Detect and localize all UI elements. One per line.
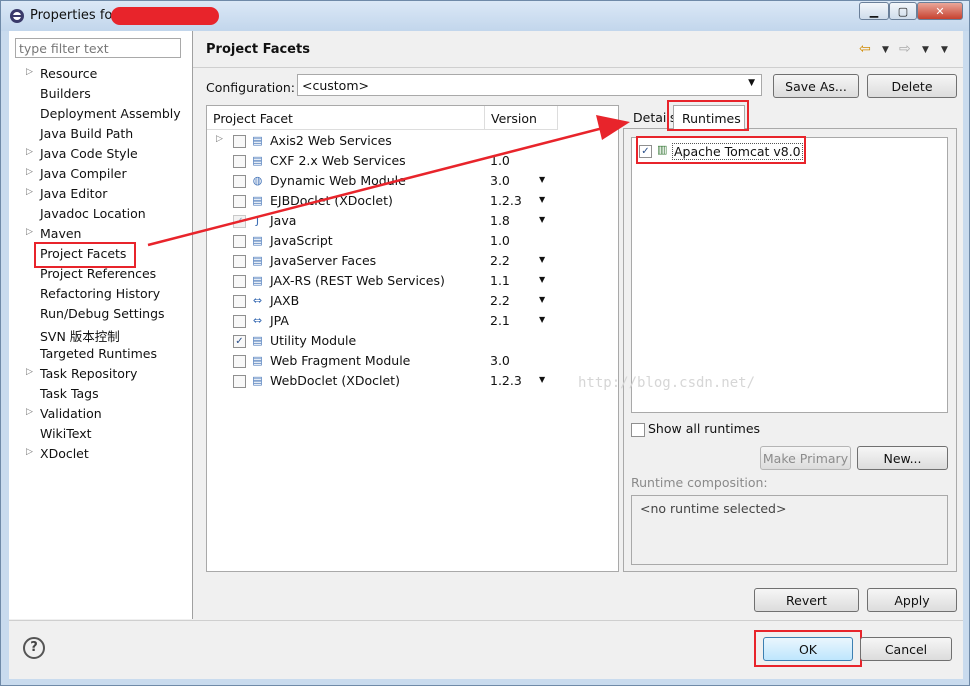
runtimes-tab-highlight xyxy=(667,100,749,131)
annotation-arrow xyxy=(147,115,630,247)
